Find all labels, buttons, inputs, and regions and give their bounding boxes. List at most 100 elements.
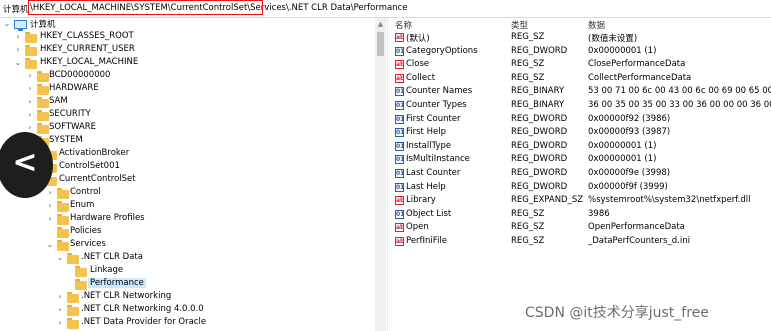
string-value-icon: ab [395, 60, 405, 70]
table-row[interactable]: ab Library REG_EXPAND_SZ %systemroot%\syste… [389, 195, 771, 208]
folder-icon [57, 214, 69, 225]
binary-value-icon: 01 [395, 114, 405, 124]
tree-item-label: Hardware Profiles [70, 213, 145, 223]
table-row[interactable]: 01 Last Counter REG_DWORD 0x00000f9e (3998) [389, 168, 771, 181]
folder-icon [25, 58, 37, 69]
expand-icon[interactable]: › [14, 32, 22, 42]
scrollbar-thumb[interactable] [377, 32, 384, 56]
table-row[interactable]: ab Open REG_SZ OpenPerformanceData [389, 222, 771, 235]
pane-splitter[interactable] [387, 18, 388, 331]
address-root-label: 计算机 [3, 5, 29, 15]
table-row[interactable]: 01 InstallType REG_DWORD 0x00000001 (1) [389, 141, 771, 154]
expand-icon[interactable]: › [46, 188, 54, 198]
table-row[interactable]: 01 Counter Names REG_BINARY 53 00 71 00 6c … [389, 86, 771, 99]
expand-icon[interactable]: › [26, 84, 34, 94]
scroll-up-icon[interactable]: ▲ [376, 20, 385, 28]
values-list: 名称 类型 数据 ab (默认) REG_SZ (数值未设置) 01 CategoryOp… [389, 18, 771, 331]
cell-name: (默认) [406, 34, 430, 44]
table-row[interactable]: ab (默认) REG_SZ (数值未设置) [389, 32, 771, 45]
tree-item-label: SYSTEM [49, 135, 83, 145]
registry-tree: ⌄ 计算机 › HKEY_CLASSES_ROOT › HKEY_CURRENT… [0, 18, 387, 331]
cell-data: 3986 [588, 208, 610, 219]
table-row[interactable]: ab PerfIniFile REG_SZ _DataPerfCounters_d.i… [389, 236, 771, 249]
expand-icon[interactable]: › [26, 97, 34, 107]
cell-name: PerfIniFile [406, 236, 448, 246]
tree-item-label: Policies [70, 226, 102, 236]
cell-data: 0x00000001 (1) [588, 140, 657, 151]
table-row[interactable]: ab Close REG_SZ ClosePerformanceData [389, 59, 771, 72]
table-row[interactable]: 01 First Help REG_DWORD 0x00000f93 (3987) [389, 127, 771, 140]
expand-icon[interactable]: › [46, 201, 54, 211]
cell-name: Close [406, 59, 430, 70]
tree-item-label: .NET CLR Networking [81, 291, 172, 301]
collapse-icon[interactable]: ⌄ [3, 19, 11, 29]
table-row[interactable]: 01 Last Help REG_DWORD 0x00000f9f (3999) [389, 182, 771, 195]
cell-name: IsMultiInstance [406, 154, 470, 165]
cell-type: REG_SZ [511, 72, 545, 83]
cell-type: REG_BINARY [511, 86, 565, 97]
cell-name: Library [406, 195, 436, 206]
column-header-type[interactable]: 类型 [511, 19, 528, 31]
table-row[interactable]: 01 IsMultiInstance REG_DWORD 0x00000001 (1) [389, 154, 771, 167]
cell-name: First Counter [406, 113, 461, 124]
tree-item-label: .NET Data Provider for Oracle [81, 317, 207, 327]
cell-type: REG_SZ [511, 236, 545, 246]
expand-icon[interactable]: › [56, 318, 64, 328]
expand-icon[interactable]: › [46, 214, 54, 224]
collapse-icon[interactable]: ⌄ [56, 253, 64, 263]
tree-item-label: Enum [70, 200, 95, 210]
binary-value-icon: 01 [395, 46, 405, 56]
cell-data: _DataPerfCounters_d.ini [588, 236, 690, 246]
cell-type: REG_SZ [511, 32, 545, 42]
table-row[interactable]: 01 Object List REG_SZ 3986 [389, 209, 771, 222]
expand-icon[interactable]: › [56, 305, 64, 315]
table-row[interactable]: ab Collect REG_SZ CollectPerformanceData [389, 73, 771, 86]
string-value-icon: ab [395, 73, 405, 83]
tree-item-label: .NET CLR Networking 4.0.0.0 [81, 304, 204, 314]
column-header-name[interactable]: 名称 [395, 19, 412, 31]
cell-type: REG_SZ [511, 59, 545, 70]
binary-value-icon: 01 [395, 169, 405, 178]
tree-item-label: ControlSet001 [59, 161, 120, 171]
cell-name: InstallType [406, 140, 452, 151]
folder-icon [25, 45, 37, 56]
tree-scrollbar[interactable]: ▲ [375, 18, 386, 331]
binary-value-icon: 01 [395, 182, 405, 192]
cell-data: ClosePerformanceData [588, 59, 686, 70]
collapse-icon[interactable]: ⌄ [46, 240, 54, 250]
cell-data: OpenPerformanceData [588, 222, 685, 233]
cell-data: 0x00000f9e (3998) [588, 168, 671, 178]
expand-icon[interactable]: › [26, 71, 34, 81]
chevron-left-icon: < [12, 145, 38, 180]
table-row[interactable]: 01 First Counter REG_DWORD 0x00000f92 (3986… [389, 114, 771, 127]
address-bar[interactable]: 计算机 \HKEY_LOCAL_MACHINE\SYSTEM\CurrentCo… [0, 0, 771, 18]
tree-item-label: Services [70, 239, 106, 249]
folder-icon [57, 227, 69, 238]
expand-icon[interactable]: › [14, 45, 22, 55]
cell-type: REG_DWORD [511, 113, 568, 124]
table-row[interactable]: 01 Counter Types REG_BINARY 36 00 35 00 35 … [389, 100, 771, 113]
cell-type: REG_BINARY [511, 100, 565, 110]
cell-data: 53 00 71 00 6c 00 43 00 6c 00 69 00 65 0… [588, 86, 771, 97]
cell-name: Collect [406, 72, 436, 83]
collapse-icon[interactable]: ⌄ [14, 58, 22, 68]
table-row[interactable]: 01 CategoryOptions REG_DWORD 0x00000001 (1) [389, 46, 771, 59]
cell-type: REG_DWORD [511, 168, 568, 178]
cell-name: Last Help [406, 181, 446, 192]
column-header-data[interactable]: 数据 [588, 19, 605, 31]
string-value-icon: ab [395, 237, 405, 246]
cell-data: (数值未设置) [588, 34, 638, 44]
folder-icon [75, 266, 87, 277]
string-value-icon: ab [395, 223, 405, 233]
folder-icon [67, 305, 79, 316]
folder-icon [37, 71, 49, 82]
cell-type: REG_DWORD [511, 45, 568, 56]
cell-type: REG_DWORD [511, 140, 568, 151]
expand-icon[interactable]: › [26, 110, 34, 120]
cell-name: CategoryOptions [406, 45, 478, 56]
folder-icon [37, 84, 49, 95]
cell-name: Last Counter [406, 168, 461, 178]
cell-data: 0x00000001 (1) [588, 45, 657, 56]
cell-name: Object List [406, 208, 452, 219]
expand-icon[interactable]: › [56, 292, 64, 302]
